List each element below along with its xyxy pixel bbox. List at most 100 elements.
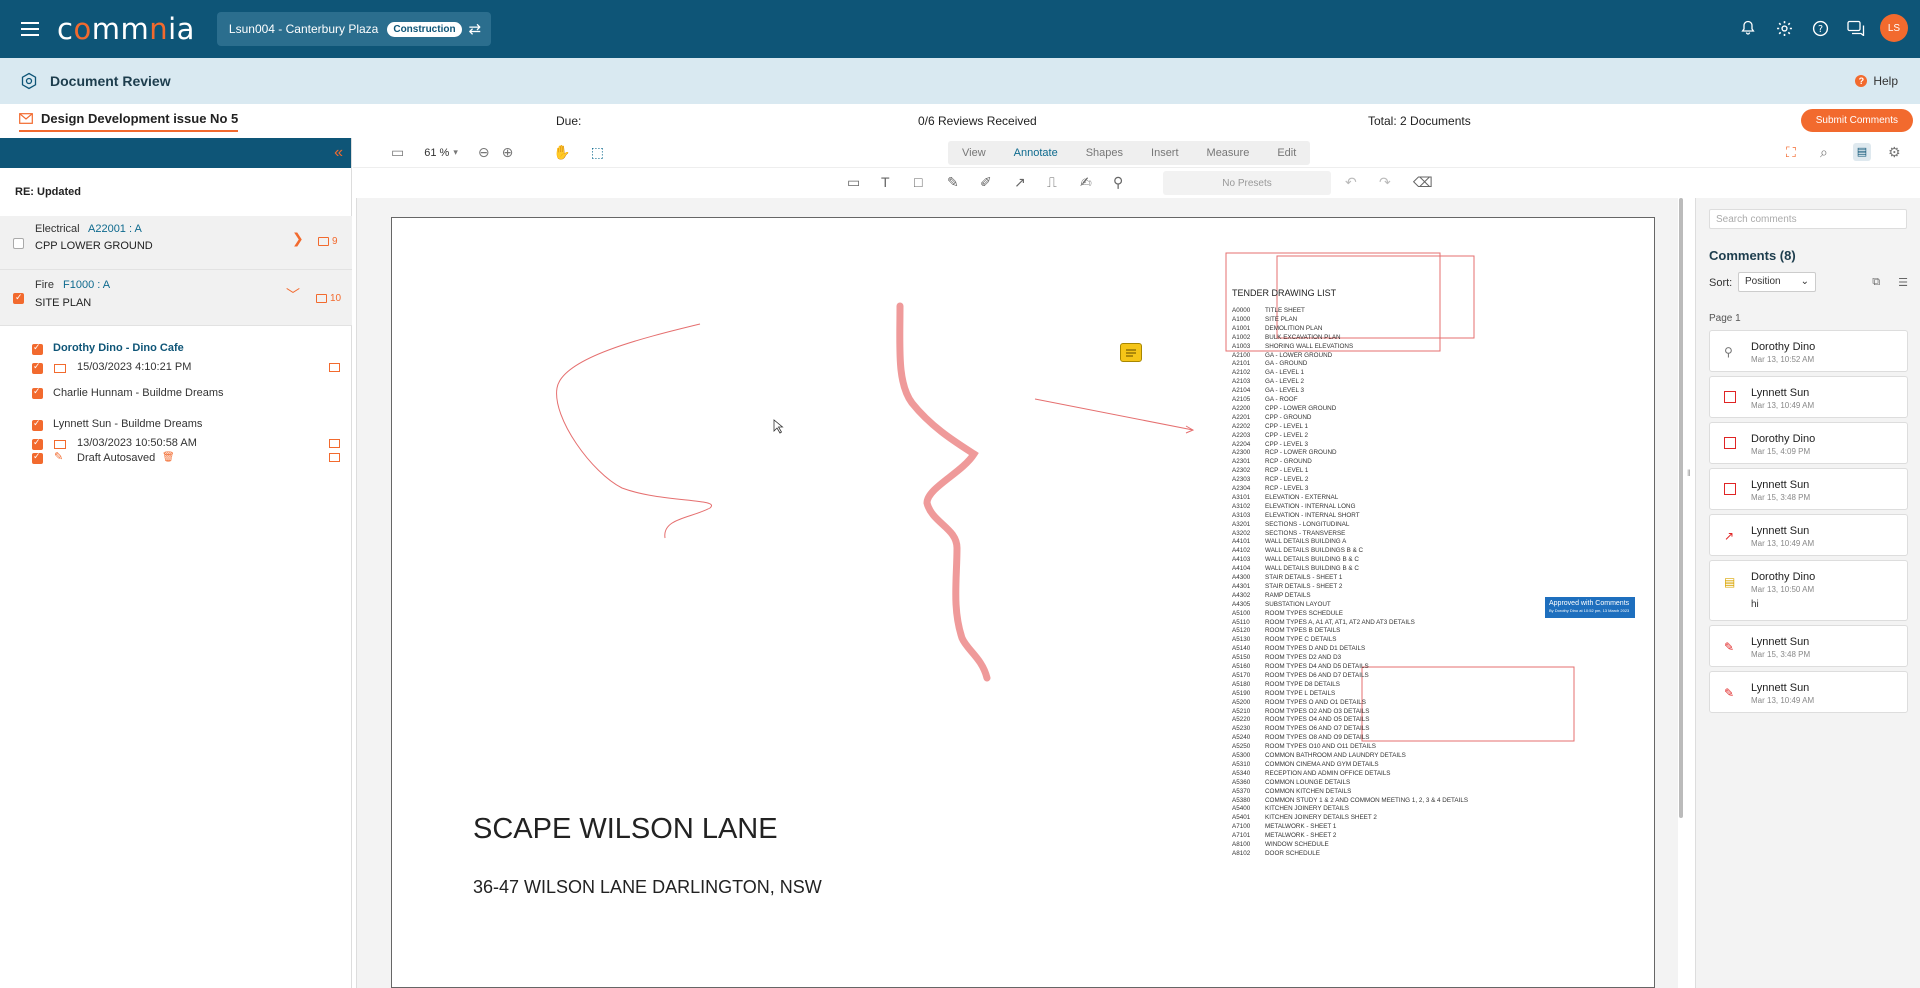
collapse-panel-icon[interactable]: « bbox=[334, 144, 343, 162]
tab-insert[interactable]: Insert bbox=[1137, 147, 1193, 159]
vertical-scrollbar[interactable] bbox=[1677, 198, 1685, 988]
zoom-in-icon[interactable]: ⊕ bbox=[502, 144, 514, 161]
pan-hand-icon[interactable]: ✋ bbox=[553, 144, 570, 161]
reviewer-checkbox[interactable] bbox=[32, 386, 43, 399]
copy-icon[interactable]: ⧉ bbox=[1872, 276, 1880, 289]
chevron-down-icon[interactable]: ﹀ bbox=[286, 285, 300, 305]
drawing-name: RCP - LEVEL 3 bbox=[1265, 485, 1309, 492]
search-icon[interactable]: ⌕ bbox=[1820, 144, 1828, 161]
comment-icon[interactable] bbox=[329, 453, 340, 462]
document-item[interactable]: Electrical A22001 : A CPP LOWER GROUND ❯… bbox=[0, 216, 352, 270]
fullscreen-icon[interactable]: ⛶ bbox=[1786, 144, 1796, 161]
sort-select[interactable]: Position ⌄ bbox=[1738, 272, 1816, 292]
project-selector[interactable]: Lsun004 - Canterbury Plaza Construction … bbox=[216, 12, 492, 46]
presets-dropdown[interactable]: No Presets bbox=[1163, 171, 1331, 195]
trash-icon[interactable]: 🗑 bbox=[162, 452, 175, 463]
signature-tool-icon[interactable]: ✍ bbox=[1080, 174, 1092, 191]
help-icon[interactable]: ? bbox=[1808, 16, 1832, 40]
redo-icon[interactable]: ↷ bbox=[1379, 174, 1391, 191]
select-icon[interactable]: ⬚ bbox=[591, 144, 604, 161]
highlighter-tool-icon[interactable]: ✐ bbox=[980, 174, 992, 191]
bell-icon[interactable] bbox=[1736, 16, 1760, 40]
swap-icon[interactable]: ⇄ bbox=[469, 20, 482, 38]
document-code[interactable]: A22001 : A bbox=[88, 223, 142, 235]
comment-card[interactable]: Lynnett Sun Mar 13, 10:49 AM bbox=[1709, 376, 1908, 418]
rectangle-annotation[interactable] bbox=[1361, 666, 1575, 742]
help-link[interactable]: ? Help bbox=[1855, 74, 1898, 88]
document-list-panel: « RE: Updated Electrical A22001 : A CPP … bbox=[0, 138, 352, 988]
filter-icon[interactable]: ☰ bbox=[1898, 276, 1908, 289]
avatar[interactable]: LS bbox=[1880, 14, 1908, 42]
menu-icon[interactable] bbox=[21, 22, 39, 36]
zoom-level[interactable]: 61 % bbox=[424, 147, 449, 159]
chevron-right-icon[interactable]: ❯ bbox=[292, 230, 304, 247]
document-item[interactable]: Fire F1000 : A SITE PLAN ﹀ 10 bbox=[0, 270, 352, 326]
comment-card[interactable]: Lynnett Sun Mar 15, 3:48 PM bbox=[1709, 468, 1908, 510]
reviewer-checkbox[interactable] bbox=[32, 418, 43, 431]
comment-author: Lynnett Sun bbox=[1751, 387, 1810, 399]
comments-title: Comments (8) bbox=[1709, 248, 1796, 263]
arrow-tool-icon[interactable]: ↗ bbox=[1014, 174, 1026, 191]
drawing-list-row: A3103 ELEVATION - INTERNAL SHORT bbox=[1232, 512, 1360, 519]
eraser-icon[interactable]: ⌫ bbox=[1413, 174, 1433, 191]
callout-tool-icon[interactable]: ⎍ bbox=[1047, 174, 1057, 191]
comment-icon[interactable] bbox=[329, 363, 340, 372]
drawing-list-row: A5310 COMMON CINEMA AND GYM DETAILS bbox=[1232, 761, 1379, 768]
comment-card[interactable]: ✎ Lynnett Sun Mar 15, 3:48 PM bbox=[1709, 625, 1908, 667]
chat-icon[interactable] bbox=[1844, 16, 1868, 40]
reviewer-name[interactable]: Lynnett Sun - Buildme Dreams bbox=[53, 418, 202, 430]
reviewer-checkbox[interactable] bbox=[32, 437, 43, 450]
pen-tool-icon[interactable]: ✎ bbox=[947, 174, 959, 191]
comment-date: Mar 13, 10:49 AM bbox=[1751, 539, 1815, 548]
comment-card[interactable]: Dorothy Dino Mar 15, 4:09 PM bbox=[1709, 422, 1908, 464]
comment-card[interactable]: ▤ Dorothy Dino Mar 13, 10:50 AM hi bbox=[1709, 560, 1908, 621]
document-checkbox[interactable] bbox=[13, 238, 24, 249]
draft-status: Draft Autosaved bbox=[77, 452, 156, 464]
chevron-down-icon[interactable]: ▾ bbox=[453, 147, 458, 158]
drawing-number: A1001 bbox=[1232, 324, 1251, 332]
reviewer-name[interactable]: Dorothy Dino - Dino Cafe bbox=[53, 342, 184, 354]
drawing-number: A4302 bbox=[1232, 591, 1251, 599]
comments-search-input[interactable]: Search comments bbox=[1709, 209, 1907, 229]
app-logo[interactable]: commnia bbox=[57, 12, 195, 46]
comment-card[interactable]: ↗ Lynnett Sun Mar 13, 10:49 AM bbox=[1709, 514, 1908, 556]
reviewer-checkbox[interactable] bbox=[32, 342, 43, 355]
drawing-list-row: A7100 METALWORK - SHEET 1 bbox=[1232, 823, 1336, 830]
tab-view[interactable]: View bbox=[948, 147, 1000, 159]
comment-card[interactable]: ⚲ Dorothy Dino Mar 13, 10:52 AM bbox=[1709, 330, 1908, 372]
panel-resize-handle[interactable]: ‖ bbox=[1687, 468, 1691, 478]
arrow-annotation[interactable] bbox=[1034, 398, 1194, 431]
reviewer-name[interactable]: Charlie Hunnam - Buildme Dreams bbox=[53, 387, 224, 399]
tab-shapes[interactable]: Shapes bbox=[1072, 147, 1137, 159]
freehand-annotation[interactable] bbox=[556, 323, 713, 539]
tab-edit[interactable]: Edit bbox=[1263, 147, 1310, 159]
gear-icon[interactable] bbox=[1772, 16, 1796, 40]
document-canvas[interactable]: TENDER DRAWING LIST A0000 TITLE SHEET A100… bbox=[356, 198, 1691, 988]
rectangle-icon bbox=[1724, 391, 1736, 406]
page-icon[interactable]: ▭ bbox=[391, 144, 404, 161]
stamp-tool-icon[interactable]: ⚲ bbox=[1113, 174, 1123, 191]
freehand-annotation[interactable] bbox=[896, 302, 991, 682]
approval-stamp[interactable]: Approved with Comments By Dorothy Dino a… bbox=[1545, 597, 1635, 618]
document-code[interactable]: F1000 : A bbox=[63, 279, 110, 291]
comment-icon[interactable] bbox=[329, 439, 340, 448]
package-tab[interactable]: Design Development issue No 5 bbox=[19, 111, 239, 132]
tab-annotate[interactable]: Annotate bbox=[1000, 147, 1072, 159]
zoom-out-icon[interactable]: ⊖ bbox=[478, 144, 490, 161]
document-checkbox[interactable] bbox=[13, 292, 24, 304]
tab-measure[interactable]: Measure bbox=[1193, 147, 1264, 159]
settings-icon[interactable]: ⚙ bbox=[1888, 144, 1901, 161]
text-tool-icon[interactable]: T bbox=[881, 174, 890, 190]
comment-card[interactable]: ✎ Lynnett Sun Mar 13, 10:49 AM bbox=[1709, 671, 1908, 713]
reviewer-checkbox[interactable] bbox=[32, 361, 43, 374]
comments-panel-icon[interactable]: ▤ bbox=[1853, 143, 1871, 161]
comment-tool-icon[interactable]: ▭ bbox=[847, 174, 860, 191]
drawing-page[interactable]: TENDER DRAWING LIST A0000 TITLE SHEET A100… bbox=[391, 217, 1655, 988]
drawing-list-row: A2102 GA - LEVEL 1 bbox=[1232, 369, 1304, 376]
rectangle-tool-icon[interactable]: □ bbox=[914, 174, 922, 190]
drawing-number: A4301 bbox=[1232, 582, 1251, 590]
submit-comments-button[interactable]: Submit Comments bbox=[1800, 109, 1913, 132]
note-icon[interactable] bbox=[1120, 343, 1142, 362]
reviewer-checkbox[interactable] bbox=[32, 451, 43, 464]
undo-icon[interactable]: ↶ bbox=[1345, 174, 1357, 191]
